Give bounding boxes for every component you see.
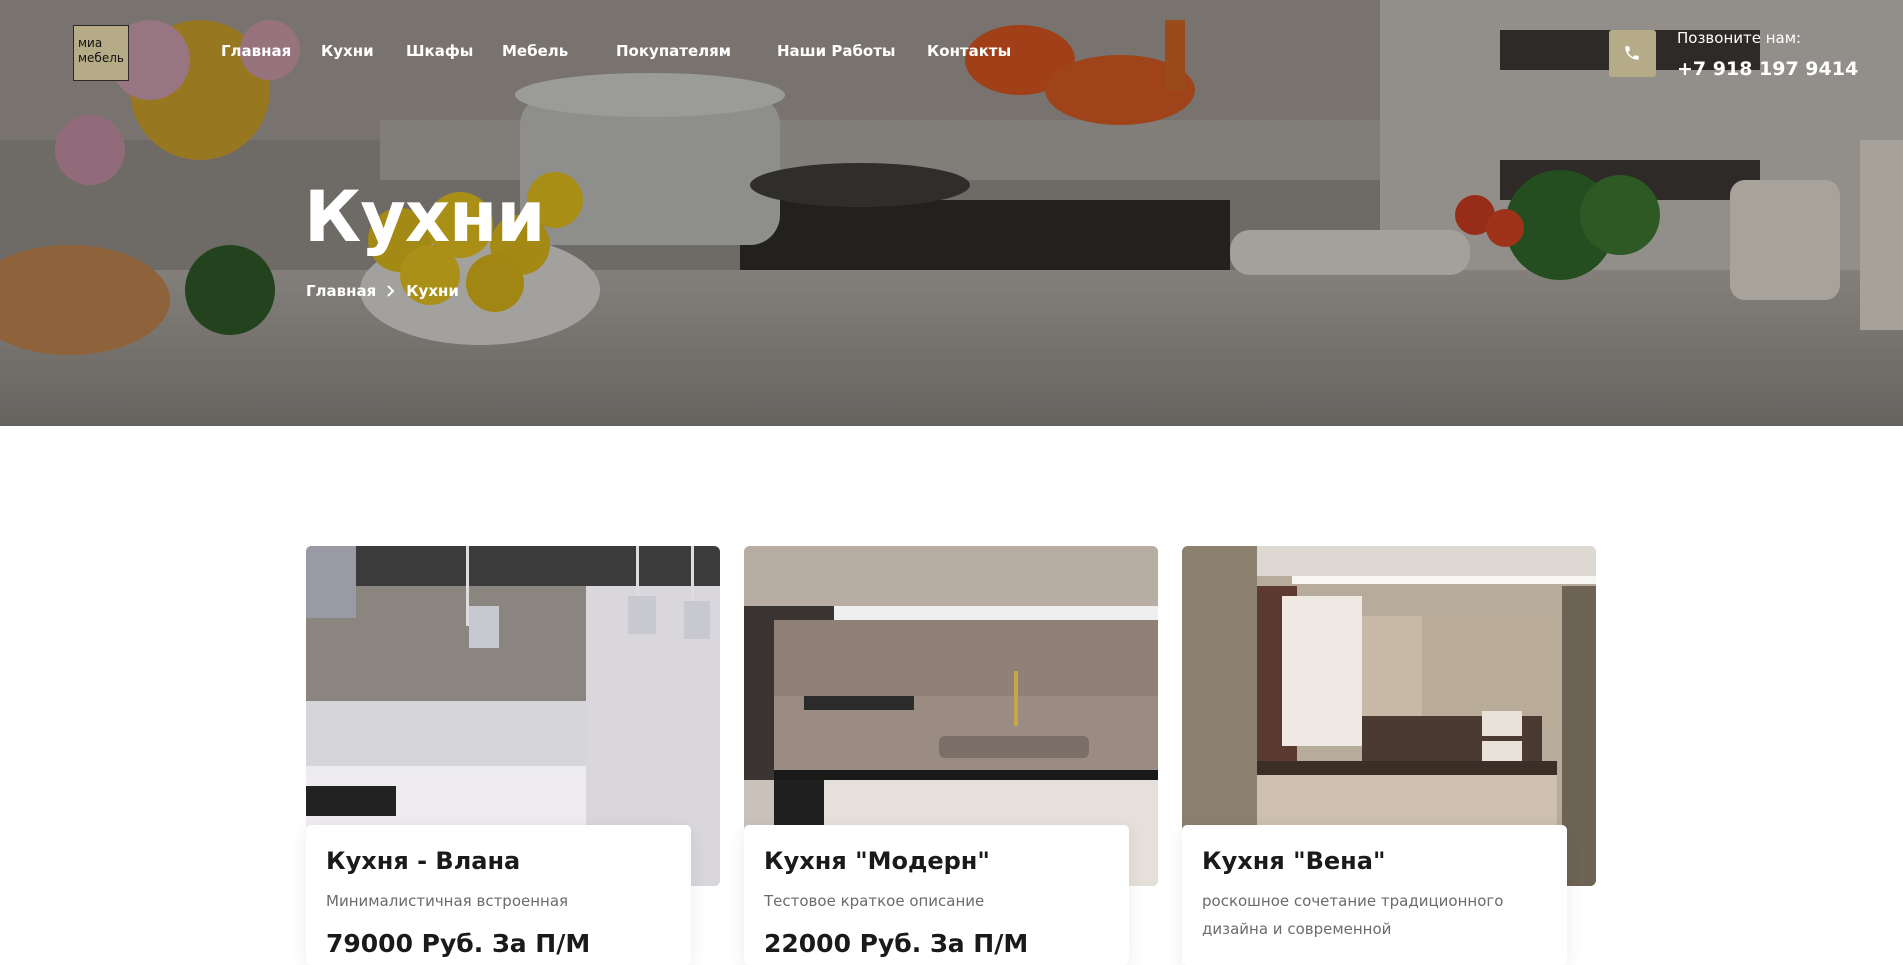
product-description: Тестовое краткое описание bbox=[764, 892, 985, 910]
product-description: роскошное сочетание традиционного дизайн… bbox=[1202, 892, 1504, 938]
nav-item-home[interactable]: Главная bbox=[221, 42, 291, 60]
product-info: Кухня - Влана Минималистичная встроенная… bbox=[306, 825, 691, 965]
logo-line-2: мебель bbox=[78, 51, 124, 65]
product-price: 79000 Руб. За П/М bbox=[326, 929, 591, 958]
product-info: Кухня "Вена" роскошное сочетание традици… bbox=[1182, 825, 1567, 965]
nav-item-customers[interactable]: Покупателям bbox=[616, 42, 731, 60]
chevron-right-icon bbox=[387, 285, 395, 297]
site-logo[interactable]: миа мебель bbox=[73, 25, 129, 81]
product-name[interactable]: Кухня "Вена" bbox=[1202, 847, 1385, 875]
nav-item-furniture[interactable]: Мебель bbox=[502, 42, 568, 60]
product-price: 22000 Руб. За П/М bbox=[764, 929, 1029, 958]
logo-line-1: миа bbox=[78, 36, 103, 50]
nav-item-kitchens[interactable]: Кухни bbox=[321, 42, 374, 60]
product-name[interactable]: Кухня "Модерн" bbox=[764, 847, 990, 875]
call-button[interactable] bbox=[1609, 30, 1656, 77]
phone-number-link[interactable]: +7 918 197 9414 bbox=[1677, 58, 1858, 80]
breadcrumb: Главная Кухни bbox=[306, 282, 459, 300]
nav-item-wardrobes[interactable]: Шкафы bbox=[406, 42, 473, 60]
product-info: Кухня "Модерн" Тестовое краткое описание… bbox=[744, 825, 1129, 965]
page-title: Кухни bbox=[304, 176, 545, 258]
nav-item-portfolio[interactable]: Наши Работы bbox=[777, 42, 896, 60]
product-name[interactable]: Кухня - Влана bbox=[326, 847, 520, 875]
breadcrumb-current: Кухни bbox=[406, 282, 459, 300]
product-description: Минималистичная встроенная bbox=[326, 892, 569, 910]
phone-icon bbox=[1625, 46, 1639, 60]
breadcrumb-home-link[interactable]: Главная bbox=[306, 282, 376, 300]
nav-item-contacts[interactable]: Контакты bbox=[927, 42, 1011, 60]
call-us-label: Позвоните нам: bbox=[1677, 29, 1802, 47]
